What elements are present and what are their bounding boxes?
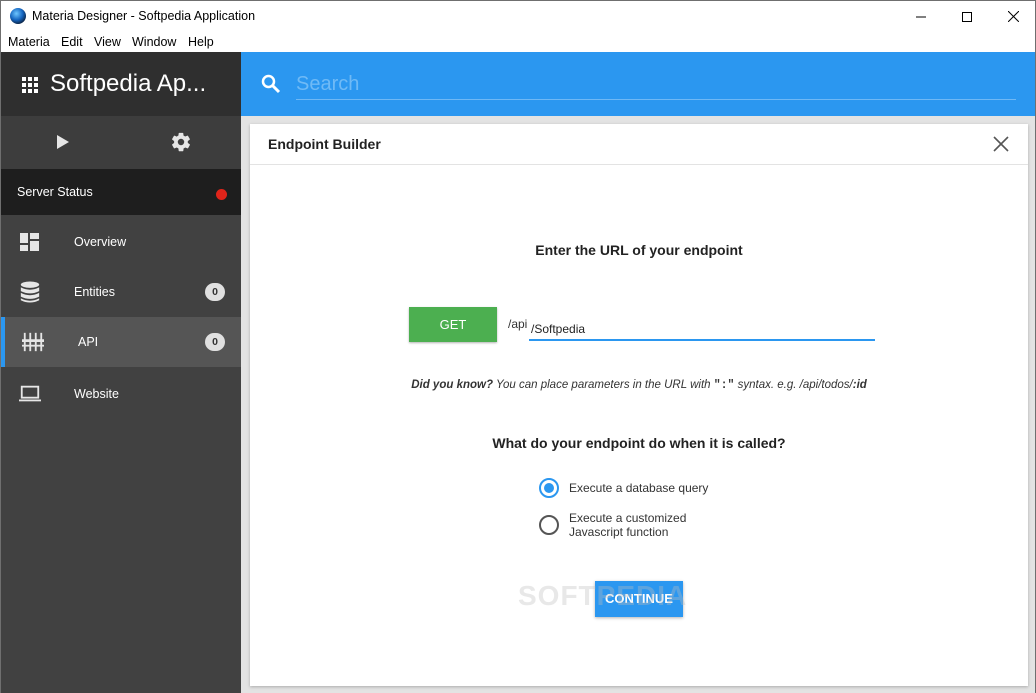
dialog-title: Endpoint Builder bbox=[268, 136, 381, 152]
menu-edit[interactable]: Edit bbox=[61, 35, 83, 49]
sidebar-item-api[interactable]: API 0 bbox=[1, 317, 241, 367]
database-icon bbox=[20, 281, 40, 303]
endpoint-builder-dialog: Endpoint Builder Enter the URL of your e… bbox=[250, 124, 1028, 686]
title-bar: Materia Designer - Softpedia Application bbox=[1, 1, 1035, 32]
sidebar-item-label: Overview bbox=[74, 235, 127, 249]
menu-materia[interactable]: Materia bbox=[8, 35, 50, 49]
menu-bar: Materia Edit View Window Help bbox=[1, 32, 1035, 52]
api-icon bbox=[22, 332, 44, 352]
maximize-icon bbox=[962, 11, 972, 22]
laptop-icon bbox=[19, 385, 41, 402]
app-logo-icon bbox=[10, 8, 26, 24]
play-icon[interactable] bbox=[56, 134, 70, 150]
parameter-hint: Did you know? You can place parameters i… bbox=[250, 379, 1028, 392]
hint-example-param: :id bbox=[852, 379, 867, 391]
active-indicator bbox=[1, 317, 5, 367]
search-icon bbox=[261, 74, 281, 94]
maximize-button[interactable] bbox=[944, 1, 990, 32]
entities-count-badge: 0 bbox=[205, 283, 225, 301]
menu-window[interactable]: Window bbox=[132, 35, 176, 49]
url-prefix: /api bbox=[508, 317, 528, 331]
http-method-button[interactable]: GET bbox=[409, 307, 497, 342]
minimize-button[interactable] bbox=[898, 1, 944, 32]
option-line-1: Execute a customized bbox=[569, 511, 687, 525]
sidebar-item-label: API bbox=[78, 335, 99, 349]
radio-javascript-function[interactable] bbox=[539, 515, 559, 535]
menu-view[interactable]: View bbox=[94, 35, 121, 49]
dialog-header: Endpoint Builder bbox=[250, 124, 1028, 165]
close-icon bbox=[1007, 11, 1019, 22]
hint-code: ":" bbox=[713, 379, 735, 392]
sidebar-header: Softpedia Ap... bbox=[1, 52, 241, 116]
close-window-button[interactable] bbox=[990, 1, 1036, 32]
status-indicator-dot bbox=[216, 189, 227, 200]
action-question: What do your endpoint do when it is call… bbox=[492, 435, 786, 451]
option-javascript-function-label[interactable]: Execute a customized Javascript function bbox=[569, 511, 686, 539]
sidebar-item-label: Entities bbox=[74, 285, 115, 299]
server-controls bbox=[1, 116, 241, 169]
server-status-label: Server Status bbox=[17, 185, 93, 199]
apps-grid-icon[interactable] bbox=[22, 77, 38, 93]
gear-icon[interactable] bbox=[170, 131, 192, 153]
search-input[interactable] bbox=[296, 70, 1016, 100]
endpoint-url-input[interactable] bbox=[529, 319, 875, 341]
window-title: Materia Designer - Softpedia Application bbox=[32, 9, 256, 23]
api-count-badge: 0 bbox=[205, 333, 225, 351]
option-database-query-label[interactable]: Execute a database query bbox=[569, 481, 708, 495]
minimize-icon bbox=[916, 16, 926, 17]
option-line-2: Javascript function bbox=[569, 525, 669, 539]
menu-help[interactable]: Help bbox=[188, 35, 214, 49]
hint-lead: Did you know? bbox=[411, 379, 493, 391]
hint-text: You can place parameters in the URL with bbox=[492, 379, 714, 391]
url-heading: Enter the URL of your endpoint bbox=[535, 242, 743, 258]
server-status-row[interactable]: Server Status bbox=[1, 169, 241, 215]
sidebar-item-label: Website bbox=[74, 387, 119, 401]
project-title: Softpedia Ap... bbox=[50, 70, 207, 97]
search-header bbox=[241, 52, 1035, 116]
sidebar-item-overview[interactable]: Overview bbox=[1, 217, 241, 267]
close-dialog-icon[interactable] bbox=[991, 134, 1011, 154]
dashboard-icon bbox=[20, 233, 39, 251]
hint-text-2: syntax. e.g. /api/todos/ bbox=[734, 379, 853, 391]
radio-database-query[interactable] bbox=[539, 478, 559, 498]
app-window: Materia Designer - Softpedia Application… bbox=[0, 0, 1036, 693]
sidebar: Softpedia Ap... Server Status Overview E… bbox=[1, 52, 241, 693]
sidebar-item-entities[interactable]: Entities 0 bbox=[1, 267, 241, 317]
sidebar-item-website[interactable]: Website bbox=[1, 369, 241, 419]
softpedia-watermark: SOFTPEDIA bbox=[518, 580, 688, 611]
